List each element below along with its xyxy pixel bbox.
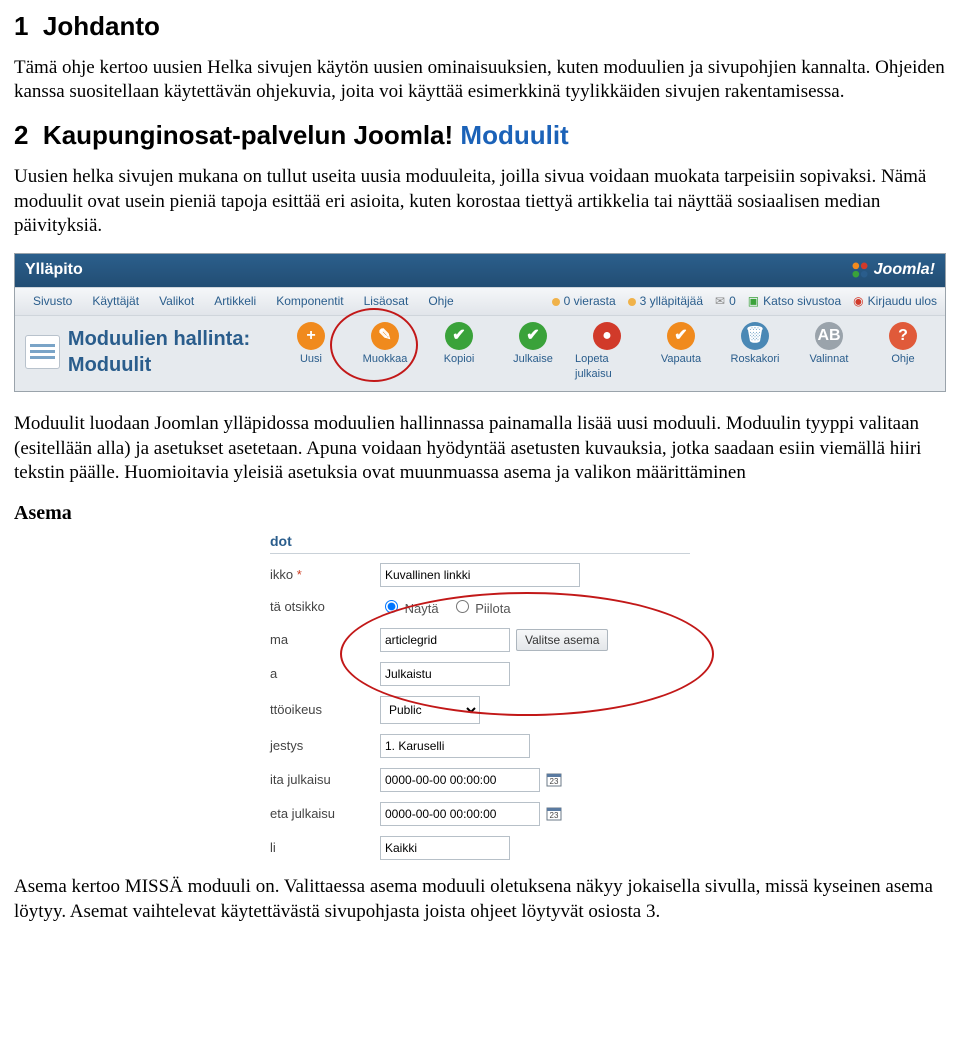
module-settings-form: dot ikko tä otsikko Näytä Piilota ma Val… <box>270 532 690 865</box>
status-vierasta: 0 vierasta <box>552 294 616 310</box>
section-2-paragraph: Uusien helka sivujen mukana on tullut us… <box>14 165 946 239</box>
row-otsikko: tä otsikko Näytä Piilota <box>270 592 690 623</box>
joomla-header-bar: Ylläpito Joomla! <box>15 254 945 287</box>
h1-num: 1 <box>14 11 28 41</box>
button-valitse-asema[interactable]: Valitse asema <box>516 629 608 651</box>
label-ttooikeus: ttöoikeus <box>270 702 380 719</box>
label-ma: ma <box>270 632 380 649</box>
toolbar-ohje[interactable]: ?Ohje <box>871 322 935 381</box>
menu-komponentit[interactable]: Komponentit <box>266 288 353 316</box>
toolbar-roskakori[interactable]: 🗑Roskakori <box>723 322 787 381</box>
label-li: li <box>270 840 380 857</box>
input-status[interactable] <box>380 662 510 686</box>
row-a: a <box>270 657 690 691</box>
joomla-menu-right: 0 vierasta 3 ylläpitäjää ✉0 ▣Katso sivus… <box>552 294 937 310</box>
h1-title: Johdanto <box>43 11 160 41</box>
h2-blue: Moduulit <box>460 120 568 150</box>
row-ikko: ikko <box>270 558 690 592</box>
section-2-heading: 2 Kaupunginosat-palvelun Joomla! Moduuli… <box>14 119 946 153</box>
input-title[interactable] <box>380 563 580 587</box>
asema-heading: Asema <box>14 500 946 526</box>
svg-text:23: 23 <box>550 811 559 820</box>
joomla-toolbar: Moduulien hallinta: Moduulit +Uusi✎Muokk… <box>15 316 945 391</box>
toolbar-icon: ✔ <box>519 322 547 350</box>
row-ma: ma Valitse asema <box>270 623 690 657</box>
radio-piilota[interactable] <box>456 600 469 613</box>
menu-artikkeli[interactable]: Artikkeli <box>204 288 266 316</box>
toolbar-icon: AB <box>815 322 843 350</box>
toolbar-muokkaa[interactable]: ✎Muokkaa <box>353 322 417 381</box>
section-1-heading: 1 Johdanto <box>14 10 946 44</box>
toolbar-icon: + <box>297 322 325 350</box>
row-ttooikeus: ttöoikeus Public <box>270 691 690 729</box>
form-tab-label: dot <box>270 532 690 553</box>
menu-sivusto[interactable]: Sivusto <box>23 288 82 316</box>
guest-icon <box>552 298 560 306</box>
toolbar-icon: 🗑 <box>741 322 769 350</box>
toolbar-kopioi[interactable]: ✔Kopioi <box>427 322 491 381</box>
menu-lisaosat[interactable]: Lisäosat <box>354 288 419 316</box>
radio-piilota-label[interactable]: Piilota <box>451 597 511 618</box>
paragraph-3: Moduulit luodaan Joomlan ylläpidossa mod… <box>14 412 946 486</box>
menu-ohje[interactable]: Ohje <box>418 288 463 316</box>
radio-nayta-label[interactable]: Näytä <box>380 597 439 618</box>
toolbar-julkaise[interactable]: ✔Julkaise <box>501 322 565 381</box>
toolbar-icon: ? <box>889 322 917 350</box>
input-language[interactable] <box>380 836 510 860</box>
row-eta: eta julkaisu 23 <box>270 797 690 831</box>
toolbar-vapauta[interactable]: ✔Vapauta <box>649 322 713 381</box>
toolbar-lopeta-julkaisu[interactable]: ●Lopeta julkaisu <box>575 322 639 381</box>
joomla-logo-icon <box>850 260 870 280</box>
row-jestys: jestys <box>270 729 690 763</box>
joomla-logo: Joomla! <box>850 260 935 281</box>
menu-valikot[interactable]: Valikot <box>149 288 204 316</box>
admin-icon <box>628 298 636 306</box>
modules-icon <box>25 335 60 369</box>
radio-nayta[interactable] <box>385 600 398 613</box>
toolbar-icon: ✔ <box>445 322 473 350</box>
toolbar-buttons: +Uusi✎Muokkaa✔Kopioi✔Julkaise●Lopeta jul… <box>279 322 935 381</box>
status-yllapitajaa: 3 ylläpitäjää <box>628 294 703 310</box>
toolbar-icon: ● <box>593 322 621 350</box>
label-ta-otsikko: tä otsikko <box>270 599 380 616</box>
row-ita: ita julkaisu 23 <box>270 763 690 797</box>
select-access[interactable]: Public <box>380 696 480 724</box>
h2-black: Kaupunginosat-palvelun Joomla! <box>43 120 453 150</box>
svg-text:23: 23 <box>550 777 559 786</box>
joomla-admin-title: Ylläpito <box>25 260 83 281</box>
row-li: li <box>270 831 690 865</box>
label-eta: eta julkaisu <box>270 806 380 823</box>
toolbar-icon: ✎ <box>371 322 399 350</box>
h2-num: 2 <box>14 120 28 150</box>
status-messages[interactable]: ✉0 <box>715 294 736 310</box>
intro-paragraph: Tämä ohje kertoo uusien Helka sivujen kä… <box>14 56 946 105</box>
link-kirjaudu-ulos[interactable]: ◉Kirjaudu ulos <box>853 294 937 310</box>
menu-kayttajat[interactable]: Käyttäjät <box>82 288 149 316</box>
label-a: a <box>270 666 380 683</box>
calendar-icon[interactable]: 23 <box>546 806 562 822</box>
label-ikko: ikko <box>270 567 380 584</box>
toolbar-valinnat[interactable]: ABValinnat <box>797 322 861 381</box>
input-ordering[interactable] <box>380 734 530 758</box>
input-publish-end[interactable] <box>380 802 540 826</box>
joomla-page-title: Moduulien hallinta: Moduulit <box>25 326 279 378</box>
link-katso-sivustoa[interactable]: ▣Katso sivustoa <box>748 294 841 310</box>
label-ita: ita julkaisu <box>270 772 380 789</box>
input-publish-start[interactable] <box>380 768 540 792</box>
paragraph-4: Asema kertoo MISSÄ moduuli on. Valittaes… <box>14 875 946 924</box>
input-asema[interactable] <box>380 628 510 652</box>
label-jestys: jestys <box>270 738 380 755</box>
toolbar-icon: ✔ <box>667 322 695 350</box>
calendar-icon[interactable]: 23 <box>546 772 562 788</box>
joomla-menu-left: Sivusto Käyttäjät Valikot Artikkeli Komp… <box>23 288 464 316</box>
joomla-menubar: Sivusto Käyttäjät Valikot Artikkeli Komp… <box>15 287 945 317</box>
joomla-admin-screenshot: Ylläpito Joomla! Sivusto Käyttäjät Valik… <box>14 253 946 392</box>
toolbar-uusi[interactable]: +Uusi <box>279 322 343 381</box>
